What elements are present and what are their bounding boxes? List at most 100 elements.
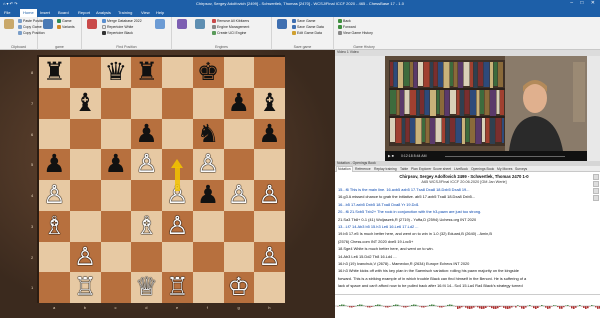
black-king-icon[interactable]: ♚ xyxy=(193,57,224,88)
white-rook-icon[interactable]: ♖ xyxy=(70,272,101,303)
notation-line[interactable]: 15...f6 This is the main line. 16.axb5 a… xyxy=(338,187,590,192)
white-pawn-icon[interactable]: ♙ xyxy=(254,180,285,211)
white-bishop-icon[interactable]: ♗ xyxy=(131,211,162,242)
tab-my-moves[interactable]: My Moves xyxy=(496,167,513,171)
white-bishop-icon[interactable]: ♗ xyxy=(39,211,70,242)
notation-line[interactable]: lack of space and can't afford now to be… xyxy=(338,283,590,288)
notation-line[interactable]: (2576) Chess.com INT 2020 dxe5 19.Lxc5+ xyxy=(338,239,590,244)
board-square[interactable] xyxy=(223,241,255,273)
board-square[interactable] xyxy=(39,272,70,303)
tab-replay-training[interactable]: Replay training xyxy=(373,167,398,171)
tab-livebook[interactable]: LiveBook xyxy=(453,167,469,171)
remove-kibitzers-button[interactable]: Remove All Kibitzers xyxy=(212,19,249,24)
board-square[interactable] xyxy=(131,180,162,211)
board-square[interactable] xyxy=(254,272,285,303)
black-pawn-icon[interactable]: ♟ xyxy=(131,119,162,150)
board-square[interactable] xyxy=(69,180,101,211)
black-pawn-icon[interactable]: ♟ xyxy=(224,88,255,119)
black-knight-icon[interactable]: ♞ xyxy=(193,119,224,150)
board-square[interactable] xyxy=(223,210,255,242)
repertoire-black-button[interactable]: Repertoire Black xyxy=(102,31,133,36)
side-button[interactable] xyxy=(593,174,599,180)
notation-line[interactable]: 18.Sge4 White is much better here, and w… xyxy=(338,246,590,251)
play-icon[interactable]: ▶ ■ xyxy=(388,154,394,158)
notation-line[interactable]: 13...Lf7 14.Ab3 b5 15.h3 Le6 16.Le6 17.L… xyxy=(338,224,590,229)
board-square[interactable] xyxy=(100,272,132,303)
board-square[interactable] xyxy=(223,149,255,180)
back-button[interactable]: Back xyxy=(338,19,351,24)
evaluation-graph[interactable] xyxy=(335,294,600,314)
notation-line[interactable]: 19.b5 17.e5 Is much better here, and wen… xyxy=(338,231,590,236)
notation-line[interactable]: 16.h3 White kicks off with his key plan … xyxy=(338,268,590,273)
menu-help[interactable]: Help xyxy=(156,10,164,15)
edit-game-data-button[interactable]: Edit Game Data xyxy=(292,31,322,36)
side-button[interactable] xyxy=(593,188,599,194)
board-square[interactable] xyxy=(192,87,224,119)
black-bishop-icon[interactable]: ♝ xyxy=(70,88,101,119)
forward-button[interactable]: Forward xyxy=(338,25,356,30)
board-square[interactable] xyxy=(162,57,193,88)
board-square[interactable] xyxy=(100,118,132,150)
menu-analysis[interactable]: Analysis xyxy=(96,10,111,15)
side-button[interactable] xyxy=(593,195,599,201)
board-square[interactable] xyxy=(162,241,193,273)
notation-line[interactable]: 16...b5 17.axb5 Dxb5 18.Txa8 Dxa8 Yr 19.… xyxy=(338,202,590,207)
notation-line[interactable]: 16.g3 A missed chance to grab the initia… xyxy=(338,194,590,199)
default-kibitzer-button[interactable] xyxy=(174,19,190,30)
tab-table[interactable]: Table xyxy=(399,167,409,171)
board-square[interactable] xyxy=(100,87,132,119)
delete-button[interactable] xyxy=(84,19,100,30)
white-pawn-icon[interactable]: ♙ xyxy=(39,180,70,211)
tab-openings-book[interactable]: Openings Book xyxy=(470,167,495,171)
tab-surveys[interactable]: Surveys xyxy=(514,167,528,171)
board-square[interactable] xyxy=(100,210,132,242)
board-square[interactable] xyxy=(192,241,224,273)
video-player[interactable]: ▶ ■ 0:12:18 8:44 AM xyxy=(385,56,587,161)
board-square[interactable] xyxy=(254,210,285,242)
menu-home[interactable]: Home xyxy=(20,9,37,17)
white-pawn-icon[interactable]: ♙ xyxy=(70,242,101,273)
notation-line[interactable]: forward. This is a striking example of i… xyxy=(338,276,590,281)
save-game-data-button[interactable]: Save Game Data xyxy=(292,25,324,30)
find-in-show-button[interactable] xyxy=(152,19,168,30)
white-rook-icon[interactable]: ♖ xyxy=(162,272,193,303)
repertoire-white-button[interactable]: Repertoire White xyxy=(102,25,133,30)
board-square[interactable] xyxy=(254,149,285,180)
white-pawn-icon[interactable]: ♙ xyxy=(193,149,224,180)
board-square[interactable] xyxy=(162,118,193,150)
tab-score-sheet[interactable]: Score sheet xyxy=(432,167,452,171)
board-square[interactable] xyxy=(254,57,285,88)
black-queen-icon[interactable]: ♛ xyxy=(101,57,132,88)
paste-button[interactable] xyxy=(1,19,17,30)
white-pawn-icon[interactable]: ♙ xyxy=(224,180,255,211)
tab-reference[interactable]: Reference xyxy=(354,167,372,171)
black-rook-icon[interactable]: ♜ xyxy=(39,57,70,88)
menu-training[interactable]: Training xyxy=(118,10,132,15)
view-history-button[interactable]: View Game History xyxy=(338,31,373,36)
board-square[interactable] xyxy=(69,210,101,242)
white-pawn-icon[interactable]: ♙ xyxy=(162,211,193,242)
menu-report[interactable]: Report xyxy=(78,10,90,15)
game-item[interactable]: Game xyxy=(57,19,72,24)
white-pawn-icon[interactable]: ♙ xyxy=(254,242,285,273)
video-controls[interactable]: ▶ ■ 0:12:18 8:44 AM xyxy=(385,151,587,161)
board-square[interactable] xyxy=(131,87,162,119)
merge-database-button[interactable]: Merge Database 2022 xyxy=(102,19,142,24)
board-square[interactable] xyxy=(131,241,162,273)
save-game-button[interactable]: Save Game xyxy=(292,19,315,24)
notation-line[interactable]: 14.Ab3 Le6 15.Dd2 Tb8 16.Ld4 ... xyxy=(338,254,590,259)
board-square[interactable] xyxy=(39,118,70,150)
board-square[interactable] xyxy=(223,57,255,88)
notation-line[interactable]: 20...f6 21.Sxb5 Txb2+ The rook in conjun… xyxy=(338,209,590,214)
board-square[interactable] xyxy=(69,57,101,88)
game-button[interactable] xyxy=(40,19,56,30)
board-square[interactable] xyxy=(69,149,101,180)
board-square[interactable] xyxy=(162,87,193,119)
window-controls[interactable]: – □ ✕ xyxy=(570,0,598,6)
video-seek-bar[interactable] xyxy=(445,156,565,157)
black-pawn-icon[interactable]: ♟ xyxy=(39,149,70,180)
chess-board[interactable]: ♜ ♛ ♜ ♚ ♝ ♟ ♝ ♟ ♞ ♟ ♟ ♟ ♙ ♙ ♙ ♙ ♟ ♙ ♙ ♗ ♗ ♙ ♙ ♙ ♖ ♕ ♖ ♔ xyxy=(37,55,285,303)
white-pawn-icon[interactable]: ♙ xyxy=(131,149,162,180)
black-pawn-icon[interactable]: ♟ xyxy=(101,149,132,180)
add-kibitzer-button[interactable] xyxy=(192,19,208,30)
